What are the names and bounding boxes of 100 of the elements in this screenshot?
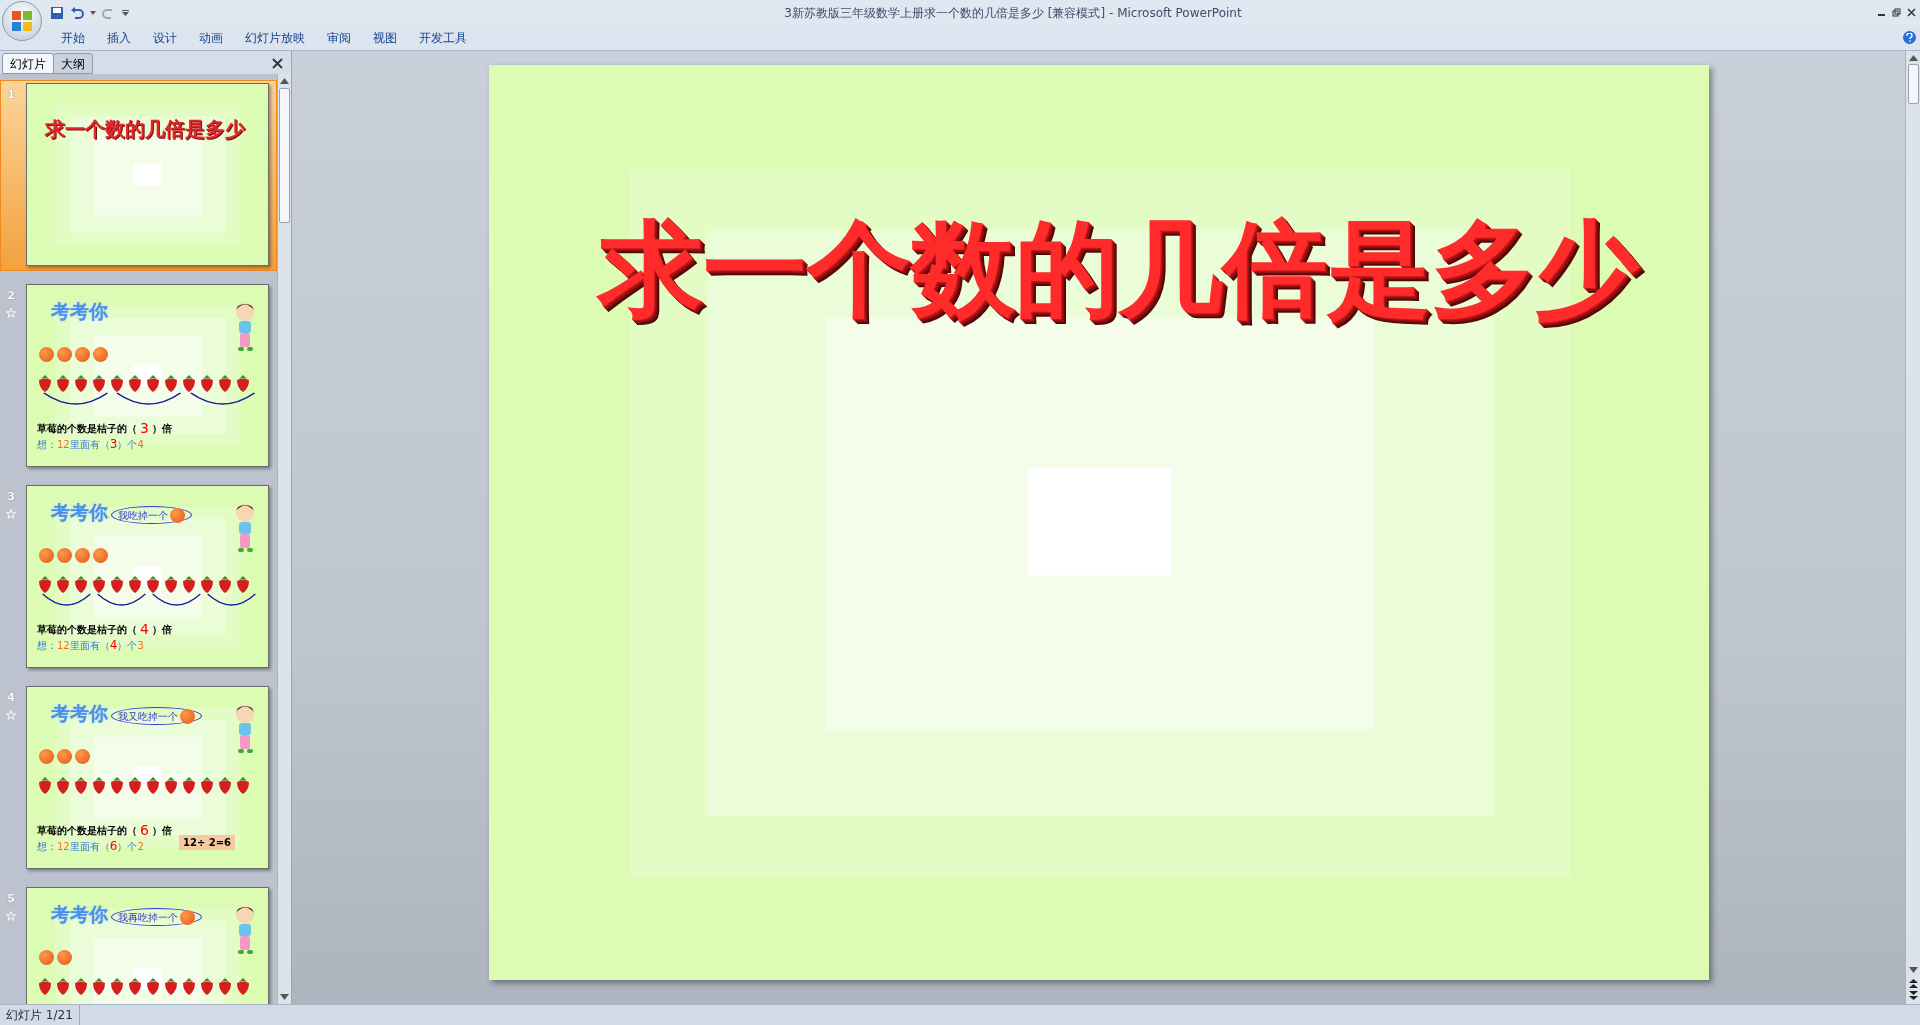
strawberry-icon xyxy=(109,575,125,593)
strawberry-icon xyxy=(127,776,143,794)
scrollbar[interactable] xyxy=(277,74,291,1004)
bracket-arc xyxy=(94,592,149,608)
strawberry-icon xyxy=(217,374,233,392)
help-icon[interactable] xyxy=(1903,31,1916,44)
office-logo-icon xyxy=(11,10,33,32)
strawberry-icon xyxy=(91,575,107,593)
scrollbar[interactable] xyxy=(1905,51,1920,1004)
strawberry-icon xyxy=(181,776,197,794)
strawberry-icon xyxy=(235,977,251,995)
question-sentence: 草莓的个数是桔子的（ 6 ）倍 xyxy=(37,821,172,840)
ribbon-tab[interactable]: 插入 xyxy=(96,26,142,49)
strawberry-icon xyxy=(127,575,143,593)
scroll-up-icon[interactable] xyxy=(1908,55,1918,61)
strawberry-icon xyxy=(127,977,143,995)
scroll-down-icon[interactable] xyxy=(280,994,289,1000)
strawberry-icon xyxy=(235,776,251,794)
slide-count-status: 幻灯片 1/21 xyxy=(0,1005,80,1025)
strawberry-icon xyxy=(217,575,233,593)
slide-thumbnail[interactable]: 求一个数的几倍是多少 xyxy=(26,83,269,266)
strawberry-icon xyxy=(109,977,125,995)
strawberry-icon xyxy=(37,575,53,593)
ribbon-tab[interactable]: 幻灯片放映 xyxy=(234,26,316,49)
strawberry-icon xyxy=(109,374,125,392)
window-title: 3新苏教版三年级数学上册求一个数的几倍是多少 [兼容模式] - Microsoft PowerPoint xyxy=(783,4,1243,22)
slide-heading: 考考你 xyxy=(51,500,108,525)
slide-thumbnail[interactable]: 考考你 我再吃掉一个 xyxy=(26,887,269,1004)
close-icon[interactable] xyxy=(1907,8,1916,17)
previous-slide-icon[interactable] xyxy=(1908,979,1918,988)
hint-sentence: 想：12里面有（4）个3 xyxy=(37,637,144,654)
strawberry-icon xyxy=(199,575,215,593)
slide-thumbnail[interactable]: 考考你 我吃掉一个 草莓的个数是桔子的（ 4 ）倍 想：12里面有（4）个3 xyxy=(26,485,269,668)
strawberry-icon xyxy=(163,575,179,593)
slide-number: 2 xyxy=(7,288,15,304)
strawberry-icon xyxy=(217,977,233,995)
strawberry-icon xyxy=(181,575,197,593)
strawberry-icon xyxy=(181,374,197,392)
strawberry-icon xyxy=(145,776,161,794)
question-sentence: 草莓的个数是桔子的（ 4 ）倍 xyxy=(37,620,172,639)
slide-thumbnail-row[interactable]: 5 考考你 我再吃掉一个 xyxy=(0,884,277,1004)
strawberry-icon xyxy=(73,977,89,995)
customize-caret-icon[interactable] xyxy=(122,9,129,16)
bracket-arc xyxy=(204,592,259,608)
strawberry-icon xyxy=(181,977,197,995)
bracket-arc xyxy=(39,592,94,608)
strawberry-icon xyxy=(163,374,179,392)
hint-sentence: 想：12里面有（3）个4 xyxy=(37,436,144,453)
slide-thumbnail-row[interactable]: 4 考考你 我又吃掉一个 草莓的个数是桔子的（ 6 ）倍 想：12里面有（6）个2 12÷ 2=6 xyxy=(0,683,277,874)
strawberry-icon xyxy=(55,776,71,794)
strawberry-icon xyxy=(199,977,215,995)
ribbon-tab[interactable]: 动画 xyxy=(188,26,234,49)
strawberry-icon xyxy=(145,575,161,593)
strawberry-icon xyxy=(145,977,161,995)
slide-title: 求一个数的几倍是多少 xyxy=(45,116,245,143)
slide-heading: 考考你 xyxy=(51,902,108,927)
strawberry-icon xyxy=(199,374,215,392)
next-slide-icon[interactable] xyxy=(1908,991,1918,1000)
dropdown-caret-icon[interactable] xyxy=(90,10,96,15)
scroll-thumb[interactable] xyxy=(279,88,290,223)
undo-icon[interactable] xyxy=(70,5,84,20)
ribbon-tab[interactable]: 开发工具 xyxy=(408,26,478,49)
equation-label: 12÷ 2=6 xyxy=(179,835,236,850)
slide-thumbnail-row[interactable]: 3 考考你 我吃掉一个 草莓的个数是桔子的（ 4 ）倍 想：12里面有（4）个3 xyxy=(0,482,277,673)
strawberry-icon xyxy=(235,575,251,593)
scroll-up-icon[interactable] xyxy=(280,78,289,84)
strawberry-icon xyxy=(163,977,179,995)
ribbon-tab[interactable]: 开始 xyxy=(50,26,96,49)
strawberry-icon xyxy=(91,977,107,995)
slide-number: 5 xyxy=(7,891,15,907)
slide-heading: 考考你 xyxy=(51,299,108,324)
strawberry-icon xyxy=(55,575,71,593)
panel-tab[interactable]: 幻灯片 xyxy=(2,53,54,74)
strawberry-icon xyxy=(217,776,233,794)
strawberry-icon xyxy=(73,374,89,392)
ribbon-tab[interactable]: 审阅 xyxy=(316,26,362,49)
ribbon-tab[interactable]: 视图 xyxy=(362,26,408,49)
slide-thumbnail-row[interactable]: 2 考考你 草莓的个数是桔子的（ 3 ）倍 想：12里面有（3）个4 xyxy=(0,281,277,472)
slide-thumbnail-row[interactable]: 1 求一个数的几倍是多少 xyxy=(0,80,277,271)
question-sentence: 草莓的个数是桔子的（ 3 ）倍 xyxy=(37,419,172,438)
strawberry-icon xyxy=(55,374,71,392)
strawberry-icon xyxy=(145,374,161,392)
save-icon[interactable] xyxy=(50,5,64,20)
strawberry-icon xyxy=(73,575,89,593)
scroll-thumb[interactable] xyxy=(1907,64,1919,104)
scroll-down-icon[interactable] xyxy=(1908,967,1918,973)
slide-thumbnail[interactable]: 考考你 草莓的个数是桔子的（ 3 ）倍 想：12里面有（3）个4 xyxy=(26,284,269,467)
bracket-arc xyxy=(149,592,204,608)
slide-number: 3 xyxy=(7,489,15,505)
strawberry-icon xyxy=(37,776,53,794)
strawberry-icon xyxy=(73,776,89,794)
strawberry-icon xyxy=(235,374,251,392)
office-button[interactable] xyxy=(2,1,42,41)
strawberry-icon xyxy=(91,776,107,794)
slide-thumbnail[interactable]: 考考你 我又吃掉一个 草莓的个数是桔子的（ 6 ）倍 想：12里面有（6）个2 12÷ 2=6 xyxy=(26,686,269,869)
close-icon[interactable] xyxy=(272,58,283,69)
restore-icon[interactable] xyxy=(1892,8,1901,17)
panel-tab[interactable]: 大纲 xyxy=(53,53,93,74)
ribbon-tab[interactable]: 设计 xyxy=(142,26,188,49)
strawberry-icon xyxy=(199,776,215,794)
